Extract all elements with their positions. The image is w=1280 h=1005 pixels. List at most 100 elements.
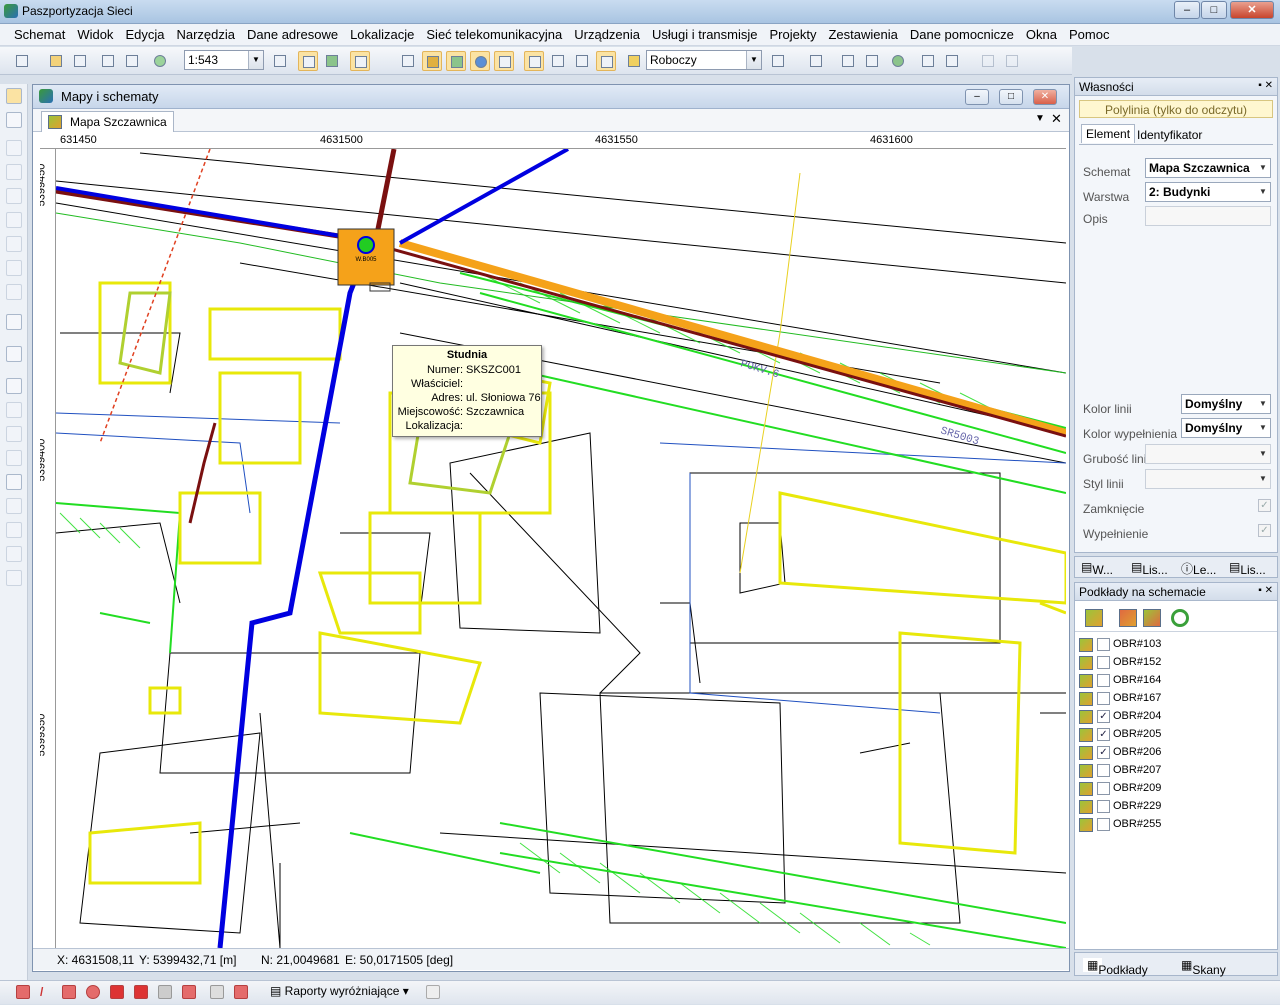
info-tool-icon[interactable] [6, 474, 22, 490]
remove-layer-icon[interactable] [1119, 609, 1137, 627]
layer-checkbox[interactable] [1097, 692, 1110, 705]
reports-dropdown[interactable]: ▤ Raporty wyróżniające ▾ [270, 984, 409, 998]
print-preview-icon[interactable] [98, 51, 118, 71]
minimize-button[interactable]: – [1174, 1, 1200, 19]
route-icon[interactable] [862, 51, 882, 71]
text-a2-icon[interactable] [942, 51, 962, 71]
zamkniecie-checkbox[interactable]: ✓ [1258, 499, 1271, 512]
schema-icon[interactable] [446, 51, 466, 71]
star-icon[interactable] [624, 51, 644, 71]
region-tool-icon[interactable] [6, 212, 22, 228]
bottom-tool-10-icon[interactable] [234, 985, 248, 999]
toolbar-grid-icon[interactable] [768, 51, 788, 71]
map-canvas[interactable]: W.B005 POKV.6 SR5003 631450 4631500 4631… [40, 133, 1066, 948]
menu-urzadzenia[interactable]: Urządzenia [568, 24, 646, 42]
layer-checkbox[interactable] [1097, 782, 1110, 795]
bottom-tool-7-icon[interactable] [158, 985, 172, 999]
snap-icon[interactable] [572, 51, 592, 71]
rect-tool-icon[interactable] [6, 188, 22, 204]
text-tool-icon[interactable] [6, 260, 22, 276]
bottom-tool-6-icon[interactable] [134, 985, 148, 999]
tab-le[interactable]: ⓘ Le... [1181, 560, 1216, 577]
print-icon[interactable] [122, 51, 142, 71]
tab-skany[interactable]: ▦ Skany na sc... [1181, 958, 1226, 1005]
tab-list-icon[interactable]: ▼ [1035, 113, 1045, 124]
tab-mapa-szczawnica[interactable]: Mapa Szczawnica [41, 111, 174, 132]
tab-lis1[interactable]: ▤ Lis... [1131, 560, 1168, 577]
new-icon[interactable] [12, 51, 32, 71]
properties-icon[interactable] [350, 51, 370, 71]
text-a-icon[interactable] [918, 51, 938, 71]
layers-icon[interactable] [298, 51, 318, 71]
table-tool-icon[interactable] [6, 522, 22, 538]
measure-icon[interactable] [596, 51, 616, 71]
node-tool-icon[interactable] [6, 164, 22, 180]
menu-dane-pomocnicze[interactable]: Dane pomocnicze [904, 24, 1020, 42]
properties-close-icon[interactable]: ▪ ✕ [1258, 80, 1273, 91]
menu-dane-adresowe[interactable]: Dane adresowe [241, 24, 344, 42]
menu-zestawienia[interactable]: Zestawienia [822, 24, 903, 42]
layer-checkbox[interactable]: ✓ [1097, 710, 1110, 723]
mdi-close-button[interactable]: ✕ [1033, 89, 1057, 105]
corner-icon[interactable] [524, 51, 544, 71]
layer-checkbox[interactable] [1097, 638, 1110, 651]
globe-icon[interactable] [888, 51, 908, 71]
layer-checkbox[interactable] [1097, 818, 1110, 831]
layers-close-icon[interactable]: ▪ ✕ [1258, 585, 1273, 596]
grid-icon[interactable] [494, 51, 514, 71]
wypelnienie-checkbox[interactable]: ✓ [1258, 524, 1271, 537]
building-icon[interactable] [806, 51, 826, 71]
save-icon[interactable] [70, 51, 90, 71]
menu-siec-telekom[interactable]: Sieć telekomunikacyjna [420, 24, 568, 42]
select-tool-icon[interactable] [6, 88, 22, 104]
maximize-button[interactable]: □ [1201, 1, 1227, 19]
kolor-linii-select[interactable]: Domyślny ▼ [1181, 394, 1271, 414]
move-icon[interactable] [838, 51, 858, 71]
menu-widok[interactable]: Widok [71, 24, 119, 42]
disabled-tool2-icon[interactable] [1002, 51, 1022, 71]
point-tool-icon[interactable] [6, 284, 22, 300]
bottom-tool-2-icon[interactable]: / [40, 985, 54, 999]
menu-pomoc[interactable]: Pomoc [1063, 24, 1115, 42]
xy-tool-icon[interactable] [6, 546, 22, 562]
close-button[interactable]: ✕ [1230, 1, 1274, 19]
tab-element[interactable]: Element [1081, 124, 1136, 143]
menu-uslugi[interactable]: Usługi i transmisje [646, 24, 763, 42]
add-layer-icon[interactable] [1085, 609, 1103, 627]
merge-tool-icon[interactable] [6, 426, 22, 442]
bottom-tool-1-icon[interactable] [16, 985, 30, 999]
menu-narzedzia[interactable]: Narzędzia [170, 24, 241, 42]
tab-lis2[interactable]: ▤ Lis... [1229, 560, 1266, 577]
tab-w[interactable]: ▤ W... [1081, 560, 1113, 577]
scale-combo[interactable]: 1:543 ▼ [184, 50, 264, 70]
tab-podklady[interactable]: ▦ Podkłady na... [1083, 958, 1148, 991]
map-view-icon[interactable] [322, 51, 342, 71]
layer-checkbox[interactable] [1097, 674, 1110, 687]
disabled-tool-icon[interactable] [978, 51, 998, 71]
menu-projekty[interactable]: Projekty [764, 24, 823, 42]
tab-close-icon[interactable]: ✕ [1051, 111, 1062, 127]
mode-combo[interactable]: Roboczy ▼ [646, 50, 762, 70]
style-tool-icon[interactable] [6, 570, 22, 586]
refresh-icon[interactable] [150, 51, 170, 71]
line-tool-icon[interactable] [6, 140, 22, 156]
map-layer-icon[interactable] [422, 51, 442, 71]
map-tool-icon[interactable] [6, 314, 22, 330]
menu-schemat[interactable]: Schemat [8, 24, 71, 42]
open-icon[interactable] [46, 51, 66, 71]
menu-edycja[interactable]: Edycja [119, 24, 170, 42]
lock-tool-icon[interactable] [6, 498, 22, 514]
bottom-tool-3-icon[interactable] [62, 985, 76, 999]
edit-layer-icon[interactable] [1143, 609, 1161, 627]
tab-identyfikator[interactable]: Identyfikator [1135, 126, 1204, 144]
styl-linii-select[interactable]: ▼ [1145, 469, 1271, 489]
box-tool-icon[interactable] [6, 236, 22, 252]
split-tool-icon[interactable] [6, 402, 22, 418]
refresh-layers-icon[interactable] [1171, 609, 1189, 627]
layer-checkbox[interactable] [1097, 800, 1110, 813]
bottom-tool-4-icon[interactable] [86, 985, 100, 999]
bottom-tool-9-icon[interactable] [210, 985, 224, 999]
mdi-restore-button[interactable]: □ [999, 89, 1023, 105]
delete-tool-icon[interactable] [6, 450, 22, 466]
map-drawing[interactable]: W.B005 POKV.6 SR5003 [40, 133, 1066, 948]
